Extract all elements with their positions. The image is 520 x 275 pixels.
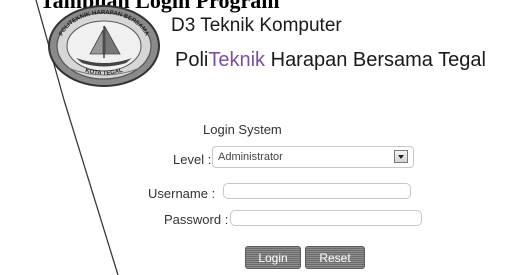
password-label: Password : [164, 212, 229, 227]
chevron-down-icon[interactable] [394, 150, 408, 163]
logo-emblem: POLITEKNIK HARAPAN BERSAMA KOTA TEGAL [48, 5, 160, 87]
level-label: Level : [173, 152, 212, 167]
reset-button[interactable]: Reset [305, 246, 365, 269]
username-input[interactable] [223, 183, 411, 199]
page: Tampilan Login Program POLITEKNIK HARAPA… [0, 0, 520, 275]
password-input[interactable] [230, 210, 422, 226]
level-select[interactable]: Administrator [212, 146, 414, 168]
institution-title-accent: Teknik [208, 49, 266, 71]
institution-title: PoliTeknik Harapan Bersama Tegal [175, 49, 486, 72]
login-button[interactable]: Login [245, 246, 301, 269]
department-title: D3 Teknik Komputer [171, 15, 342, 36]
institution-title-suffix: Harapan Bersama Tegal [265, 49, 486, 71]
institution-title-prefix: Poli [175, 49, 209, 71]
login-title: Login System [203, 122, 282, 137]
level-select-value: Administrator [218, 151, 283, 163]
username-label: Username : [148, 186, 216, 201]
